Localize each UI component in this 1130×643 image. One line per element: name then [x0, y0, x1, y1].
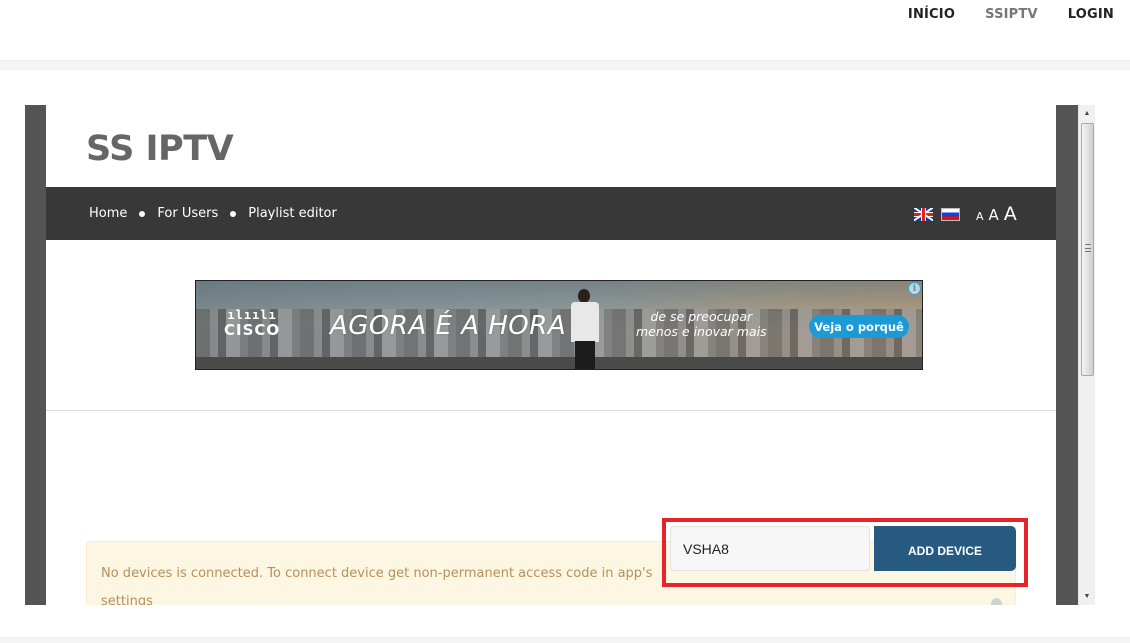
- alert-message: No devices is connected. To connect devi…: [101, 566, 653, 605]
- nav-for-users[interactable]: For Users: [157, 206, 218, 221]
- advertisement-banner[interactable]: ılıılı CISCO AGORA É A HORA de se preocu…: [195, 280, 923, 370]
- embedded-ssiptv-frame: SS IPTV Home For Users Playlist editor A…: [46, 105, 1056, 605]
- nav-separator-dot: [230, 210, 237, 217]
- page-title: SS IPTV: [86, 129, 234, 169]
- footer-band: [0, 637, 1130, 643]
- frame-nav-bar: Home For Users Playlist editor A A A: [46, 187, 1056, 240]
- site-header: INÍCIO SSIPTV LOGIN: [0, 0, 1130, 60]
- ad-cta-button[interactable]: Veja o porquê: [809, 315, 909, 338]
- font-size-small-button[interactable]: A: [976, 210, 984, 223]
- ad-ground: [196, 357, 922, 369]
- site-nav-login[interactable]: LOGIN: [1053, 7, 1114, 22]
- ad-subtext-line-1: de se preocupar: [650, 309, 753, 324]
- scroll-down-arrow-icon[interactable]: ▼: [1079, 588, 1095, 605]
- access-code-input[interactable]: [670, 526, 870, 571]
- frame-left-border: [25, 105, 46, 605]
- ad-subtext: de se preocupar menos e inovar mais: [636, 309, 767, 339]
- nav-home[interactable]: Home: [89, 206, 127, 221]
- frame-scrollbar[interactable]: ▲ ▼: [1078, 105, 1095, 605]
- add-device-button[interactable]: ADD DEVICE: [874, 526, 1016, 571]
- frame-right-border: [1056, 105, 1078, 605]
- add-device-form: ADD DEVICE: [670, 526, 1016, 571]
- font-size-switcher: A A A: [976, 203, 1017, 225]
- site-nav-inicio[interactable]: INÍCIO: [893, 7, 970, 22]
- cisco-logo-text: CISCO: [224, 321, 281, 339]
- scroll-grip-icon: [1085, 244, 1091, 252]
- scroll-up-arrow-icon[interactable]: ▲: [1079, 105, 1095, 122]
- ad-person-figure: [568, 289, 602, 369]
- ad-headline: AGORA É A HORA: [330, 311, 567, 341]
- content-divider: [46, 410, 1056, 411]
- uk-flag-icon[interactable]: [914, 208, 933, 221]
- header-divider-band: [0, 60, 1130, 70]
- cisco-logo-bars-icon: ılıılı: [227, 308, 277, 322]
- frame-nav-links: Home For Users Playlist editor: [89, 206, 337, 221]
- ad-subtext-line-2: menos e inovar mais: [636, 324, 767, 339]
- site-nav-ssiptv[interactable]: SSIPTV: [970, 7, 1053, 22]
- ad-info-icon[interactable]: i: [908, 282, 921, 295]
- russia-flag-icon[interactable]: [941, 208, 960, 221]
- font-size-medium-button[interactable]: A: [989, 206, 999, 224]
- cisco-logo: ılıılı CISCO: [224, 309, 280, 339]
- nav-separator-dot: [139, 210, 146, 217]
- nav-playlist-editor[interactable]: Playlist editor: [248, 206, 337, 221]
- site-nav: INÍCIO SSIPTV LOGIN: [893, 7, 1114, 22]
- alert-user-icon: [991, 598, 1002, 605]
- font-size-large-button[interactable]: A: [1004, 203, 1017, 225]
- scroll-thumb[interactable]: [1081, 123, 1094, 376]
- language-switcher: [914, 208, 960, 221]
